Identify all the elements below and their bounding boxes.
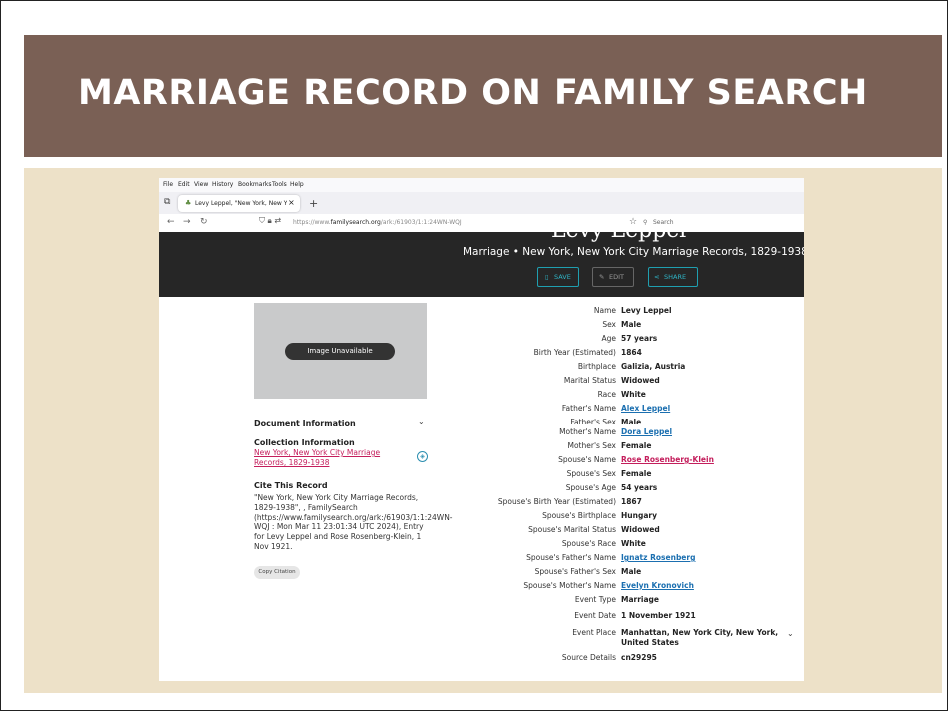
field-label: Spouse's Birth Year (Estimated) <box>497 497 616 506</box>
field-label: Event Type <box>574 595 616 604</box>
record-header: Levy Leppel Marriage • New York, New Yor… <box>159 218 804 297</box>
field-label: Spouse's Father's Sex <box>534 567 616 576</box>
cite-heading: Cite This Record <box>254 481 328 490</box>
field-label: Age <box>601 334 616 343</box>
field-label: Name <box>593 306 616 315</box>
reload-icon[interactable]: ↻ <box>200 217 208 227</box>
shield-lock-icon: ⛉ 🔒︎ ⇄ <box>259 216 282 225</box>
field-value: Hungary <box>621 511 657 520</box>
image-unavailable-badge: Image Unavailable <box>285 343 395 360</box>
menu-edit[interactable]: Edit <box>178 181 190 188</box>
menu-file[interactable]: File <box>163 181 173 188</box>
field-label: Spouse's Father's Name <box>526 553 616 562</box>
field-label: Spouse's Birthplace <box>542 511 616 520</box>
father-name-link[interactable]: Alex Leppel <box>621 404 670 413</box>
field-value: 1 November 1921 <box>621 611 696 620</box>
field-value: White <box>621 539 646 548</box>
field-label: Event Place <box>572 628 616 637</box>
field-label: Birth Year (Estimated) <box>533 348 616 357</box>
field-value: White <box>621 390 646 399</box>
field-value: 54 years <box>621 483 658 492</box>
collection-information-heading: Collection Information <box>254 438 355 447</box>
field-value: Manhattan, New York City, New York, Unit… <box>621 628 779 647</box>
record-image-placeholder: Image Unavailable <box>254 303 427 399</box>
field-label: Race <box>597 390 616 399</box>
spouse-name-link[interactable]: Rose Rosenberg-Klein <box>621 455 714 464</box>
back-icon[interactable]: ← <box>167 217 175 227</box>
save-label: SAVE <box>554 273 571 281</box>
slide-title-bar: MARRIAGE RECORD ON FAMILY SEARCH <box>24 35 942 157</box>
slide-title: MARRIAGE RECORD ON FAMILY SEARCH <box>78 73 868 113</box>
browser-tab[interactable]: ♣ Levy Leppel, "New York, New Yo × <box>178 195 300 212</box>
tab-list-icon[interactable]: ⧉ <box>164 197 170 207</box>
field-value: 1864 <box>621 348 642 357</box>
copy-citation-button[interactable]: Copy Citation <box>254 566 300 579</box>
compass-icon[interactable]: ◈ <box>417 451 428 462</box>
field-value: Widowed <box>621 376 660 385</box>
field-label: Source Details <box>561 653 616 662</box>
save-button[interactable]: ▯ SAVE <box>537 267 579 287</box>
field-label: Spouse's Sex <box>566 469 616 478</box>
field-label: Mother's Sex <box>567 441 617 450</box>
spouse-mother-name-link[interactable]: Evelyn Kronovich <box>621 581 694 590</box>
spouse-father-name-link[interactable]: Ignatz Rosenberg <box>621 553 695 562</box>
pencil-icon: ✎ <box>599 273 605 281</box>
document-information-toggle[interactable]: Document Information <box>254 419 356 428</box>
familysearch-favicon-icon: ♣ <box>185 199 192 207</box>
field-value: 1867 <box>621 497 642 506</box>
field-value: Galizia, Austria <box>621 362 686 371</box>
field-value: 57 years <box>621 334 658 343</box>
field-label: Spouse's Age <box>565 483 616 492</box>
menu-history[interactable]: History <box>212 181 233 188</box>
chevron-down-icon[interactable]: ⌄ <box>418 417 425 426</box>
menu-bookmarks[interactable]: Bookmarks <box>238 181 272 188</box>
field-label: Sex <box>602 320 616 329</box>
citation-text: "New York, New York City Marriage Record… <box>254 493 453 551</box>
field-label: Father's Name <box>561 404 616 413</box>
url-text: https://www.familysearch.org/ark:/61903/… <box>293 219 462 226</box>
field-value: Levy Leppel <box>621 306 672 315</box>
field-label: Birthplace <box>577 362 616 371</box>
edit-button[interactable]: ✎ EDIT <box>592 267 634 287</box>
field-label: Spouse's Name <box>558 455 616 464</box>
field-value: Widowed <box>621 525 660 534</box>
menu-tools[interactable]: Tools <box>272 181 287 188</box>
field-value: Male <box>621 418 642 424</box>
share-button[interactable]: ⋖ SHARE <box>648 267 698 287</box>
share-label: SHARE <box>664 273 687 281</box>
collection-link[interactable]: New York, New York City Marriage Records… <box>254 448 389 467</box>
field-label: Event Date <box>574 611 616 620</box>
field-label: Spouse's Race <box>561 539 616 548</box>
edit-label: EDIT <box>609 273 624 281</box>
bookmark-icon: ▯ <box>545 273 549 281</box>
browser-menubar: File Edit View History Bookmarks Tools H… <box>159 178 804 192</box>
field-value: Female <box>621 441 652 450</box>
tab-title: Levy Leppel, "New York, New Yo <box>195 200 287 207</box>
field-label: Marital Status <box>563 376 616 385</box>
mother-name-link[interactable]: Dora Leppel <box>621 427 672 436</box>
record-person-name: Levy Leppel <box>551 218 687 243</box>
forward-icon[interactable]: → <box>183 217 191 227</box>
menu-view[interactable]: View <box>194 181 208 188</box>
field-value: Male <box>621 567 642 576</box>
browser-tabbar: ⧉ ♣ Levy Leppel, "New York, New Yo × + <box>159 192 804 214</box>
record-subtitle: Marriage • New York, New York City Marri… <box>463 246 804 258</box>
field-value: Female <box>621 469 652 478</box>
field-value: Marriage <box>621 595 660 604</box>
field-value: Male <box>621 320 642 329</box>
menu-help[interactable]: Help <box>290 181 304 188</box>
field-label: Father's Sex <box>570 418 616 424</box>
browser-navbar: ← → ↻ ⛉ 🔒︎ ⇄ https://www.familysearch.or… <box>159 214 804 233</box>
event-details-chevron-down-icon[interactable]: ⌄ <box>787 629 794 638</box>
field-label: Spouse's Marital Status <box>528 525 616 534</box>
field-label: Spouse's Mother's Name <box>523 581 616 590</box>
field-label: Mother's Name <box>559 427 616 436</box>
close-tab-icon[interactable]: × <box>288 198 295 207</box>
new-tab-icon[interactable]: + <box>309 197 318 210</box>
share-icon: ⋖ <box>654 273 660 281</box>
browser-screenshot: File Edit View History Bookmarks Tools H… <box>159 178 804 681</box>
field-value: cn29295 <box>621 653 657 662</box>
